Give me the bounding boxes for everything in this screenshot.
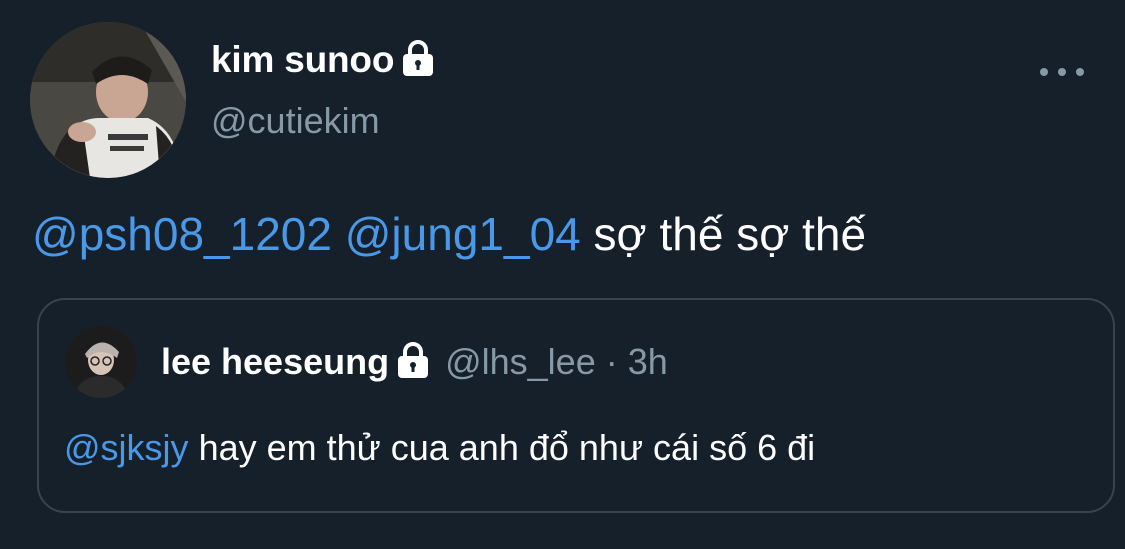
mention-link[interactable]: @jung1_04 [345,208,581,260]
author-handle[interactable]: @cutiekim [211,100,380,142]
quoted-timestamp[interactable]: 3h [628,341,668,382]
profile-photo-icon [30,22,186,178]
quoted-avatar[interactable] [65,326,137,398]
quoted-tweet-card[interactable]: lee heeseung @lhs_lee · 3h @sjksjy hay em … [37,298,1115,513]
quoted-handle[interactable]: @lhs_lee [445,341,596,382]
ellipsis-icon [1040,68,1048,76]
ellipsis-icon [1076,68,1084,76]
mention-link[interactable]: @psh08_1202 [32,208,332,260]
quoted-meta: @lhs_lee · 3h [445,341,668,383]
quoted-tweet-text: @sjksjy hay em thử cua anh đổ như cái số… [64,422,815,474]
tweet: kim sunoo @cutiekim @psh08_1202 @jung1_0… [0,0,1125,549]
profile-photo-icon [65,326,137,398]
mention-link[interactable]: @sjksjy [64,427,189,468]
separator: · [605,341,618,382]
tweet-body: sợ thế sợ thế [593,208,867,260]
tweet-text: @psh08_1202 @jung1_04 sợ thế sợ thế [32,198,866,270]
quoted-tweet-body: hay em thử cua anh đổ như cái số 6 đi [198,427,816,468]
ellipsis-icon [1058,68,1066,76]
quoted-header: lee heeseung @lhs_lee · 3h [161,336,668,388]
more-options-button[interactable] [1040,58,1084,86]
quoted-display-name[interactable]: lee heeseung [161,341,389,383]
avatar[interactable] [30,22,186,178]
lock-icon [395,340,431,385]
lock-icon [400,38,436,83]
author-display-name[interactable]: kim sunoo [211,39,394,81]
author-name-row: kim sunoo [211,36,436,84]
